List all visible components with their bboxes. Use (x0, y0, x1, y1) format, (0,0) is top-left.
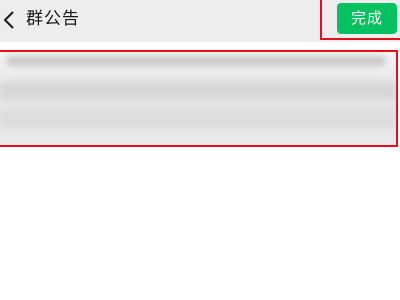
back-button[interactable] (0, 6, 18, 34)
announcement-highlight (0, 50, 398, 147)
chevron-left-icon (3, 11, 14, 29)
done-button[interactable]: 完成 (337, 3, 397, 34)
group-announcement-screen: 群公告 完成 (0, 0, 400, 300)
page-title: 群公告 (26, 9, 80, 29)
